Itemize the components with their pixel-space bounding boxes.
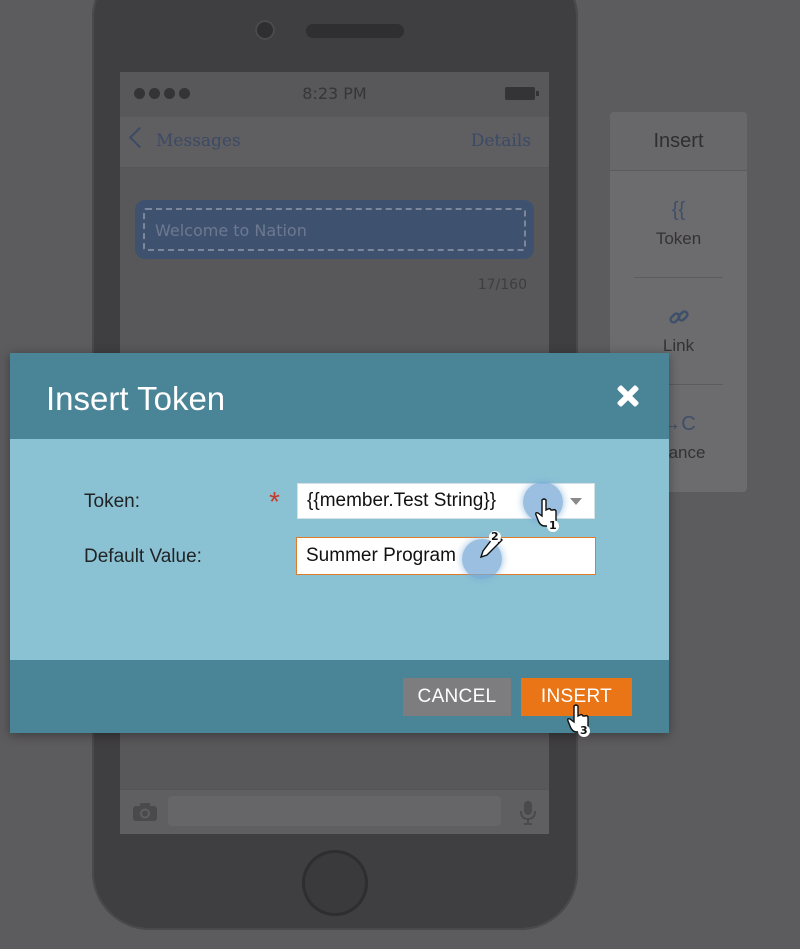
chevron-down-icon[interactable] — [570, 498, 582, 505]
step-3-number: 3 — [578, 724, 590, 737]
token-select-value: {{member.Test String}} — [307, 490, 497, 511]
curly-braces-icon: {{ — [671, 199, 686, 221]
required-indicator: * — [269, 486, 280, 517]
back-messages-link[interactable]: Messages — [156, 131, 241, 151]
message-bubble[interactable]: Welcome to Nation — [135, 200, 534, 259]
character-counter: 17/160 — [477, 277, 527, 293]
insert-panel-title: Insert — [610, 112, 747, 171]
battery-icon — [505, 87, 539, 100]
step-1-number: 1 — [547, 519, 559, 532]
status-bar: 8:23 PM — [120, 72, 549, 117]
default-value-input[interactable] — [296, 537, 596, 575]
status-time: 8:23 PM — [302, 84, 367, 103]
back-chevron-icon — [128, 126, 151, 149]
details-link[interactable]: Details — [471, 131, 531, 151]
dialog-header: Insert Token — [10, 353, 669, 439]
close-icon[interactable] — [615, 383, 641, 409]
messages-nav-bar: Messages Details — [120, 117, 549, 168]
compose-bar — [120, 789, 549, 834]
link-icon — [668, 310, 689, 324]
panel-divider — [634, 277, 723, 278]
step-2-number: 2 — [489, 530, 501, 543]
token-label: Token: — [84, 491, 140, 512]
insert-token-label: Token — [655, 229, 702, 248]
earpiece-speaker — [306, 24, 404, 38]
insert-token-dialog: Insert Token Token: * {{member.Test Stri… — [10, 353, 669, 733]
message-text: Welcome to Nation — [155, 221, 307, 240]
home-button — [302, 850, 368, 916]
cancel-button[interactable]: CANCEL — [403, 678, 511, 716]
front-camera — [255, 20, 275, 40]
compose-input — [168, 796, 501, 826]
microphone-icon — [520, 801, 536, 825]
insert-token-item[interactable]: {{ Token — [610, 197, 747, 249]
default-value-label: Default Value: — [84, 546, 202, 567]
dialog-title: Insert Token — [46, 380, 226, 417]
message-editable-area[interactable]: Welcome to Nation — [143, 208, 526, 251]
camera-icon — [133, 803, 157, 821]
insert-link-item[interactable]: Link — [610, 304, 747, 356]
